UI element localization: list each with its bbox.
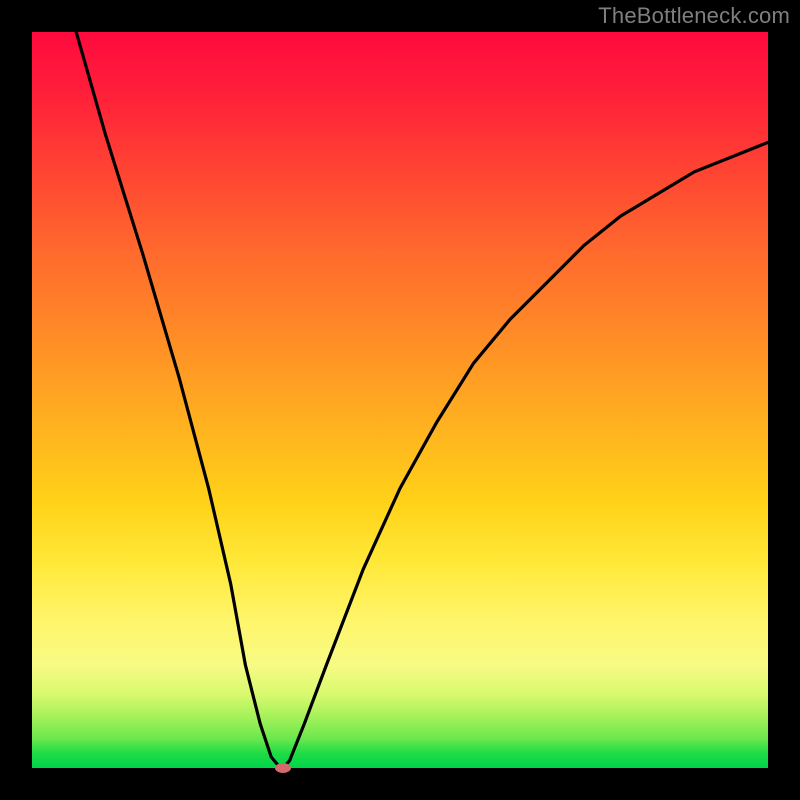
chart-frame (32, 32, 768, 768)
watermark-text: TheBottleneck.com (598, 3, 790, 29)
bottleneck-curve (32, 32, 768, 768)
optimal-point-marker (275, 763, 291, 773)
